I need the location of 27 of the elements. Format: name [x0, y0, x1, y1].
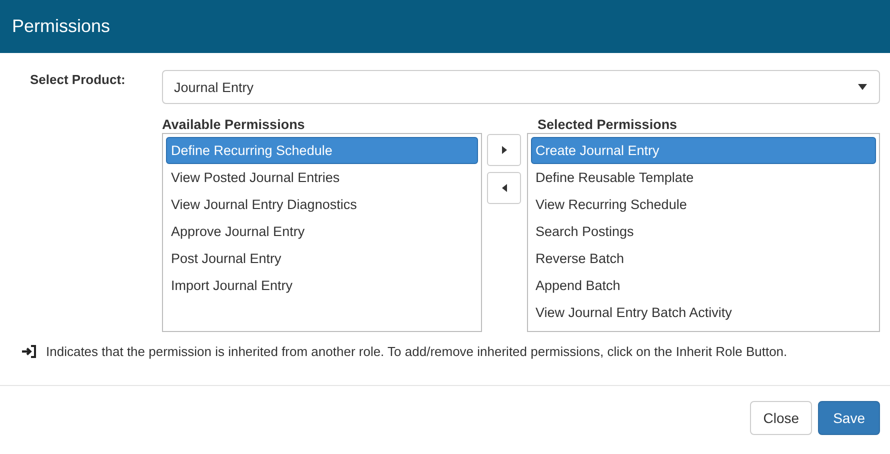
product-dropdown[interactable]: Journal Entry — [162, 70, 880, 104]
save-button[interactable]: Save — [818, 401, 880, 435]
permission-item[interactable]: Import Journal Entry — [166, 272, 478, 299]
sign-in-icon — [22, 345, 37, 358]
permission-item[interactable]: Reverse Batch — [530, 245, 876, 272]
permission-item[interactable]: View Recurring Schedule — [530, 191, 876, 218]
window-title: Permissions — [12, 16, 110, 37]
list-heading: Available Permissions — [162, 117, 306, 133]
inherit-note: Indicates that the permission is inherited from another role. To add/remove inherited permissions, click on the Inherit Role Button. — [46, 344, 788, 359]
permission-item[interactable]: View Journal Entry Batch Activity — [530, 299, 876, 326]
permission-item[interactable]: Define Recurring Schedule — [166, 137, 478, 164]
permission-item[interactable]: View Posted Journal Entries — [166, 164, 478, 191]
add-button[interactable] — [487, 134, 522, 166]
permission-item[interactable]: Append Batch — [530, 272, 876, 299]
permission-item[interactable]: Search Postings — [530, 218, 876, 245]
permission-item[interactable]: Post Journal Entry — [166, 245, 478, 272]
left-triangle-icon — [502, 184, 507, 192]
permission-item[interactable]: View Journal Entry Diagnostics — [166, 191, 478, 218]
right-triangle-icon — [502, 146, 507, 154]
permission-item[interactable]: Create Journal Entry — [530, 137, 876, 164]
remove-button[interactable] — [487, 172, 522, 204]
permission-item[interactable]: Approve Journal Entry — [166, 218, 478, 245]
product-label: Select Product: — [29, 71, 126, 87]
permission-item[interactable]: Define Reusable Template — [530, 164, 876, 191]
list-heading: Selected Permissions — [536, 117, 678, 133]
caret-icon — [858, 84, 867, 90]
close-button[interactable]: Close — [750, 401, 812, 435]
